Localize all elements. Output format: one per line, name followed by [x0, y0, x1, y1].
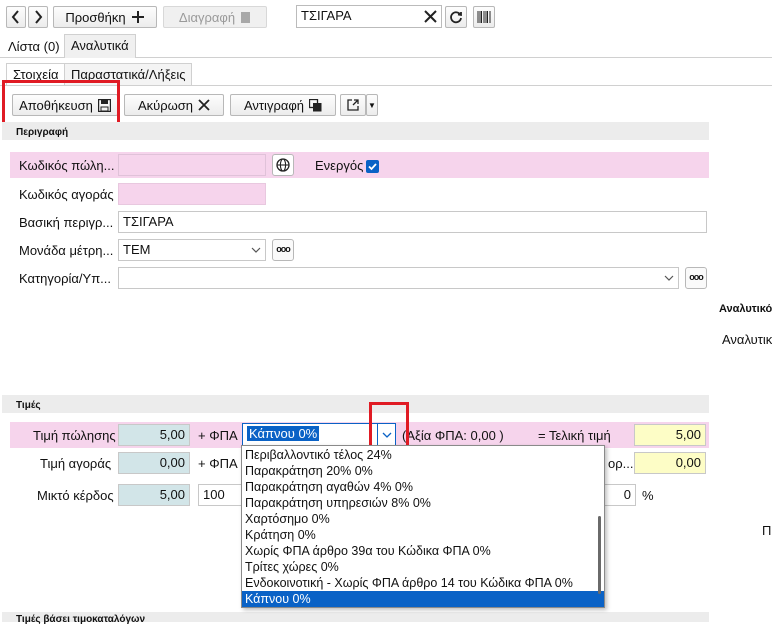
- vat-option[interactable]: Παρακράτηση 20% 0%: [242, 463, 604, 479]
- caret-down-icon: ▼: [368, 100, 376, 110]
- barcode-button[interactable]: [473, 6, 495, 28]
- trash-icon: [241, 11, 251, 23]
- sell-price-field[interactable]: 5,00: [118, 424, 190, 446]
- search-input[interactable]: ΤΣΙΓΑΡΑ: [296, 5, 442, 28]
- right-panel-item[interactable]: Αναλυτικ: [722, 332, 772, 347]
- vat-option[interactable]: Παρακράτηση αγαθών 4% 0%: [242, 479, 604, 495]
- buy-code-label: Κωδικός αγοράς: [19, 187, 114, 202]
- cancel-button[interactable]: Ακύρωση: [124, 94, 224, 116]
- gross-profit-label: Μικτό κέρδος: [37, 488, 114, 503]
- delete-button[interactable]: Διαγραφή: [163, 6, 267, 28]
- copy-button[interactable]: Αντιγραφή: [230, 94, 336, 116]
- category-label: Κατηγορία/Υπ...: [19, 271, 112, 286]
- buy-price-field[interactable]: 0,00: [118, 452, 190, 474]
- add-label: Προσθήκη: [65, 9, 126, 25]
- more-actions-button[interactable]: ▼: [366, 94, 378, 116]
- active-checkbox[interactable]: [366, 160, 379, 173]
- final-price-field[interactable]: 5,00: [634, 424, 706, 446]
- chevron-down-icon: [247, 240, 265, 260]
- vat-option[interactable]: Τρίτες χώρες 0%: [242, 559, 604, 575]
- external-link-icon: [347, 99, 359, 111]
- vat-dropdown-list[interactable]: Περιβαλλοντικό τέλος 24% Παρακράτηση 20% …: [241, 445, 605, 608]
- vat-option[interactable]: Κάπνου 0%: [242, 591, 604, 607]
- buy-code-field[interactable]: [118, 183, 266, 205]
- close-icon: [198, 99, 210, 111]
- tab-details[interactable]: Αναλυτικά: [64, 34, 136, 58]
- sell-code-label: Κωδικός πώλη...: [19, 158, 115, 173]
- unit-label: Μονάδα μέτρη...: [19, 243, 114, 258]
- chevron-left-icon: [11, 10, 19, 24]
- checkmark-icon: [368, 163, 377, 171]
- plus-icon: [131, 11, 144, 23]
- tab-list[interactable]: Λίστα (0): [2, 36, 66, 57]
- section-prices: Τιμές: [2, 395, 709, 413]
- vat-option[interactable]: Χωρίς ΦΠΑ άρθρο 39α του Κώδικα ΦΠΑ 0%: [242, 543, 604, 559]
- copy-icon: [309, 98, 322, 111]
- profit-percent-field[interactable]: 100: [198, 484, 244, 506]
- vat-option[interactable]: Κράτηση 0%: [242, 527, 604, 543]
- refresh-button[interactable]: [445, 6, 467, 28]
- vat-option[interactable]: Ενδοκοινοτική - Χωρίς ΦΠΑ άρθρο 14 του Κ…: [242, 575, 604, 591]
- percent-field[interactable]: 0: [600, 484, 636, 506]
- buy-price-label: Τιμή αγοράς: [40, 456, 112, 471]
- section-description: Περιγραφή: [2, 122, 709, 140]
- section-consumer-prices: Τιμές βάσει τιμοκαταλόγων: [2, 612, 709, 625]
- unit-select[interactable]: ΤΕΜ: [118, 239, 266, 261]
- vat-amount: (Αξία ΦΠΑ: 0,00 ): [402, 428, 504, 443]
- prev-button[interactable]: [6, 6, 26, 28]
- buy-final-label: ορ...: [608, 456, 634, 471]
- chevron-right-icon: [35, 10, 43, 24]
- basic-desc-field[interactable]: ΤΣΙΓΑΡΑ: [118, 211, 707, 233]
- percent-sign: %: [642, 488, 654, 503]
- chevron-down-icon: [660, 268, 678, 288]
- vat-label: + ΦΠΑ: [198, 428, 238, 443]
- add-button[interactable]: Προσθήκη: [53, 6, 157, 28]
- final-price-label: = Τελική τιμή: [538, 428, 611, 443]
- sell-price-label: Τιμή πώλησης: [33, 428, 116, 443]
- category-select[interactable]: [118, 267, 679, 289]
- vat-option[interactable]: Χαρτόσημο 0%: [242, 511, 604, 527]
- globe-icon: [276, 158, 290, 172]
- active-label: Ενεργός: [315, 158, 364, 173]
- globe-button[interactable]: [272, 154, 294, 176]
- buy-final-field[interactable]: 0,00: [634, 452, 706, 474]
- right-panel-header: Αναλυτικό: [719, 303, 772, 315]
- unit-more-button[interactable]: ooo: [272, 239, 294, 261]
- next-button[interactable]: [28, 6, 48, 28]
- category-more-button[interactable]: ooo: [685, 267, 707, 289]
- open-external-button[interactable]: [340, 94, 366, 116]
- vat-options: Περιβαλλοντικό τέλος 24% Παρακράτηση 20% …: [242, 447, 604, 607]
- basic-desc-label: Βασική περιγρ...: [19, 215, 114, 230]
- vat-option[interactable]: Περιβαλλοντικό τέλος 24%: [242, 447, 604, 463]
- sell-code-field[interactable]: [118, 154, 266, 176]
- vat-option[interactable]: Παρακράτηση υπηρεσιών 8% 0%: [242, 495, 604, 511]
- dropdown-scrollbar[interactable]: [598, 516, 601, 594]
- gross-profit-field[interactable]: 5,00: [118, 484, 190, 506]
- vat2-label: + ΦΠΑ: [198, 456, 238, 471]
- barcode-icon: [477, 11, 491, 23]
- delete-label: Διαγραφή: [178, 9, 236, 25]
- refresh-icon: [450, 11, 462, 24]
- right-panel-letter: Π: [762, 523, 772, 538]
- clear-search-icon[interactable]: [424, 10, 437, 23]
